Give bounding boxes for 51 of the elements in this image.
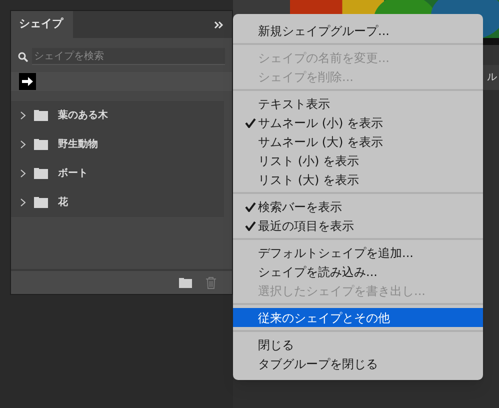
menu-item[interactable]: デフォルトシェイプを追加... bbox=[233, 243, 483, 262]
search-icon bbox=[18, 52, 28, 62]
new-folder-icon[interactable] bbox=[179, 278, 192, 288]
menu-item[interactable]: 閉じる bbox=[233, 335, 483, 354]
search-field[interactable]: シェイプを検索 bbox=[32, 48, 225, 65]
menu-item-label: タブグループを閉じる bbox=[258, 356, 378, 372]
shape-group-row[interactable]: ボート bbox=[11, 159, 224, 188]
menu-item[interactable]: シェイプを読み込み... bbox=[233, 262, 483, 281]
menu-item-label: サムネール (小) を表示 bbox=[258, 114, 383, 132]
menu-item[interactable]: テキスト表示 bbox=[233, 94, 483, 113]
menu-item-label: リスト (小) を表示 bbox=[258, 152, 359, 170]
panel-tab[interactable]: シェイプ bbox=[11, 11, 73, 38]
menu-item-label: シェイプの名前を変更... bbox=[258, 50, 390, 66]
chevron-right-icon[interactable] bbox=[20, 169, 26, 178]
menu-item[interactable]: リスト (小) を表示 bbox=[233, 151, 483, 170]
menu-item[interactable]: サムネール (大) を表示 bbox=[233, 132, 483, 151]
menu-item-label: サムネール (大) を表示 bbox=[258, 134, 383, 150]
menu-item-label: 選択したシェイプを書き出し... bbox=[258, 282, 426, 300]
folder-icon bbox=[34, 168, 48, 179]
menu-item-label: リスト (大) を表示 bbox=[258, 172, 359, 188]
menu-item-label: 閉じる bbox=[258, 336, 294, 354]
menu-item-label: シェイプを読み込み... bbox=[258, 264, 378, 280]
menu-item-label: シェイプを削除... bbox=[258, 68, 354, 86]
menu-item-label: 最近の項目を表示 bbox=[258, 218, 354, 234]
folder-icon bbox=[34, 139, 48, 150]
collapse-icon[interactable] bbox=[214, 20, 224, 28]
menu-item[interactable]: サムネール (小) を表示 bbox=[233, 113, 483, 132]
group-label: 葉のある木 bbox=[58, 108, 108, 123]
menu-item-label: デフォルトシェイプを追加... bbox=[258, 244, 414, 262]
menu-item[interactable]: 最近の項目を表示 bbox=[233, 216, 483, 235]
chevron-right-icon[interactable] bbox=[20, 111, 26, 120]
menu-item-label: テキスト表示 bbox=[258, 96, 330, 112]
group-label: 花 bbox=[58, 196, 68, 210]
group-label: ボート bbox=[58, 167, 88, 181]
menu-item[interactable]: 新規シェイプグループ... bbox=[233, 21, 483, 40]
menu-item[interactable]: タブグループを閉じる bbox=[233, 354, 483, 373]
menu-item-label: 従来のシェイプとその他 bbox=[258, 310, 390, 326]
folder-icon bbox=[34, 110, 48, 121]
shape-group-row[interactable]: 葉のある木 bbox=[11, 101, 224, 130]
chevron-right-icon[interactable] bbox=[20, 140, 26, 149]
menu-item[interactable]: 従来のシェイプとその他 bbox=[233, 308, 483, 327]
menu-item-label: 検索バーを表示 bbox=[258, 198, 342, 216]
shape-group-row[interactable]: 野生動物 bbox=[11, 130, 224, 159]
chevron-right-icon[interactable] bbox=[20, 198, 26, 207]
tab-label: ル bbox=[487, 71, 497, 85]
shape-group-row[interactable]: 花 bbox=[11, 188, 224, 217]
folder-icon bbox=[34, 197, 48, 208]
group-label: 野生動物 bbox=[58, 138, 98, 152]
menu-item[interactable]: 検索バーを表示 bbox=[233, 197, 483, 216]
menu-item-label: 新規シェイプグループ... bbox=[258, 22, 390, 40]
menu-item[interactable]: リスト (大) を表示 bbox=[233, 170, 483, 189]
